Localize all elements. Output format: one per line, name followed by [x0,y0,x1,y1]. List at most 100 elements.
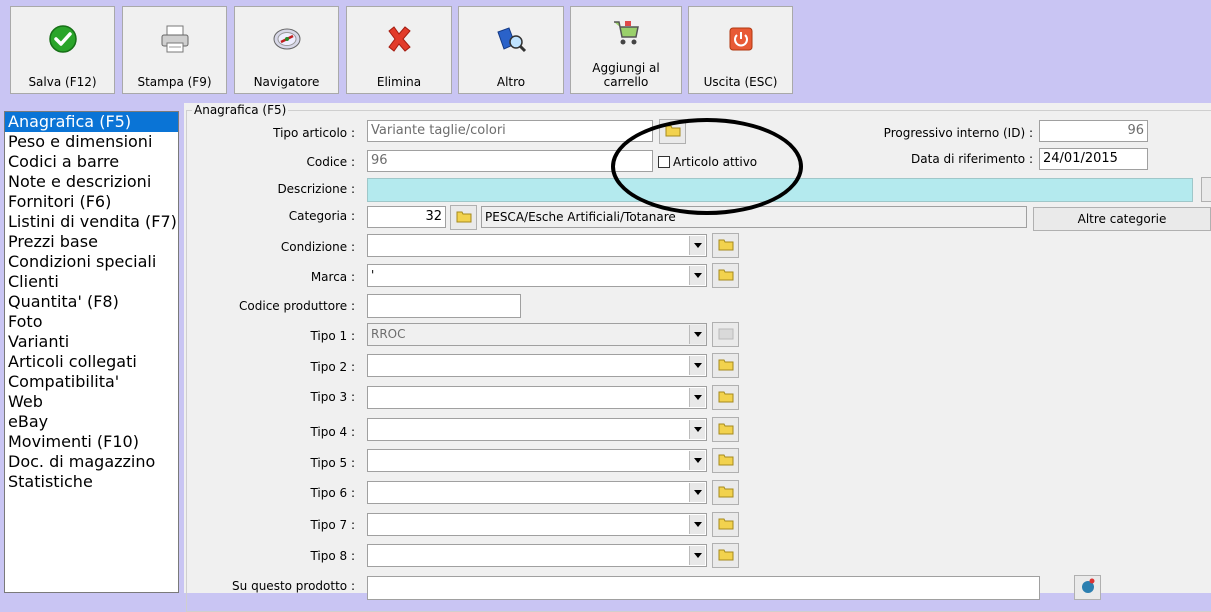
chevron-down-icon[interactable] [689,236,705,255]
condizione-folder-button[interactable] [712,233,739,258]
exit-button[interactable]: Uscita (ESC) [688,6,793,94]
tipo-5-folder-button[interactable] [712,448,739,473]
chevron-down-icon[interactable] [689,356,705,375]
sidebar-item-statistiche[interactable]: Statistiche [5,472,178,492]
tipo-1-folder-button[interactable] [712,322,739,347]
sidebar-item-varianti[interactable]: Varianti [5,332,178,352]
categoria-code-field[interactable]: 32 [367,206,446,228]
tipo-7-folder-button[interactable] [712,512,739,537]
chevron-down-icon[interactable] [689,266,705,285]
marca-folder-button[interactable] [712,263,739,288]
sidebar-item-condizioni-speciali[interactable]: Condizioni speciali [5,252,178,272]
globe-icon [1080,578,1096,597]
sidebar-item-clienti[interactable]: Clienti [5,272,178,292]
tipo-5-label: Tipo 5 : [310,456,355,470]
descrizione-extra-button[interactable] [1201,177,1211,202]
delete-button[interactable]: Elimina [346,6,452,94]
tipo-articolo-field[interactable]: Variante taglie/colori [367,120,653,142]
tipo-2-select[interactable] [367,354,707,377]
folder-icon [718,358,734,374]
folder-icon [718,517,734,533]
tipo-4-folder-button[interactable] [712,417,739,442]
more-button[interactable]: Altro [458,6,564,94]
navigator-label: Navigatore [253,75,320,89]
save-label: Salva (F12) [28,75,97,89]
chevron-down-icon[interactable] [689,420,705,439]
save-button[interactable]: Salva (F12) [10,6,115,94]
categoria-folder-button[interactable] [450,205,477,230]
sidebar-item-quantita[interactable]: Quantita' (F8) [5,292,178,312]
progressivo-field[interactable]: 96 [1039,120,1148,142]
sidebar-nav: Anagrafica (F5) Peso e dimensioni Codici… [4,111,179,593]
tipo-3-label: Tipo 3 : [310,390,355,404]
navigator-button[interactable]: Navigatore [234,6,339,94]
sidebar-item-listini-vendita[interactable]: Listini di vendita (F7) [5,212,178,232]
sidebar-item-anagrafica[interactable]: Anagrafica (F5) [5,112,178,132]
condizione-label: Condizione : [280,240,355,254]
tipo-8-folder-button[interactable] [712,543,739,568]
delete-x-icon [384,24,414,57]
chevron-down-icon[interactable] [689,451,705,470]
folder-icon [718,390,734,406]
sidebar-item-foto[interactable]: Foto [5,312,178,332]
folder-icon [718,268,734,284]
sidebar-item-fornitori[interactable]: Fornitori (F6) [5,192,178,212]
altre-categorie-button[interactable]: Altre categorie [1033,207,1211,231]
tipo-4-select[interactable] [367,418,707,441]
tipo-8-label: Tipo 8 : [310,549,355,563]
folder-icon [718,453,734,469]
marca-select[interactable]: ' [367,264,707,287]
chevron-down-icon[interactable] [689,515,705,534]
tipo-1-select[interactable]: RROC [367,323,707,346]
tipo-2-label: Tipo 2 : [310,360,355,374]
tipo-6-folder-button[interactable] [712,480,739,505]
codice-field[interactable]: 96 [367,150,653,172]
tipo-4-label: Tipo 4 : [310,425,355,439]
tipo-3-select[interactable] [367,386,707,409]
sidebar-item-web[interactable]: Web [5,392,178,412]
sidebar-item-doc-magazzino[interactable]: Doc. di magazzino [5,452,178,472]
tipo-articolo-label: Tipo articolo : [273,126,355,140]
tipo-6-select[interactable] [367,481,707,504]
chevron-down-icon[interactable] [689,483,705,502]
condizione-select[interactable] [367,234,707,257]
chevron-down-icon[interactable] [689,325,705,344]
chevron-down-icon[interactable] [689,546,705,565]
sidebar-item-prezzi-base[interactable]: Prezzi base [5,232,178,252]
su-questo-prodotto-label: Su questo prodotto : [232,579,355,593]
folder-icon [665,124,681,140]
more-label: Altro [496,75,526,89]
exit-label: Uscita (ESC) [703,75,778,89]
sidebar-item-compatibilita[interactable]: Compatibilita' [5,372,178,392]
codice-produttore-field[interactable] [367,294,521,318]
tipo-5-select[interactable] [367,449,707,472]
globe-button[interactable] [1074,575,1101,600]
folder-icon [718,548,734,564]
data-riferimento-field[interactable]: 24/01/2015 [1039,148,1148,170]
check-icon [48,24,78,57]
compass-icon [271,24,303,57]
sidebar-item-peso-dimensioni[interactable]: Peso e dimensioni [5,132,178,152]
tipo-7-select[interactable] [367,513,707,536]
su-questo-prodotto-field[interactable] [367,576,1040,600]
tipo-2-folder-button[interactable] [712,353,739,378]
printer-icon [159,24,191,57]
articolo-attivo-label: Articolo attivo [673,155,758,169]
categoria-label: Categoria : [288,209,355,223]
descrizione-field[interactable] [367,178,1193,202]
marca-value: ' [371,268,375,282]
tipo-3-folder-button[interactable] [712,385,739,410]
sidebar-item-articoli-collegati[interactable]: Articoli collegati [5,352,178,372]
folder-disabled-icon [718,327,734,343]
tipo-articolo-folder-button[interactable] [659,119,686,144]
shopping-cart-icon [610,17,642,52]
sidebar-item-note-descrizioni[interactable]: Note e descrizioni [5,172,178,192]
tipo-8-select[interactable] [367,544,707,567]
sidebar-item-ebay[interactable]: eBay [5,412,178,432]
articolo-attivo-checkbox[interactable] [658,156,670,168]
add-to-cart-button[interactable]: Aggiungi al carrello [570,6,682,94]
chevron-down-icon[interactable] [689,388,705,407]
sidebar-item-movimenti[interactable]: Movimenti (F10) [5,432,178,452]
print-button[interactable]: Stampa (F9) [122,6,227,94]
sidebar-item-codici-barre[interactable]: Codici a barre [5,152,178,172]
